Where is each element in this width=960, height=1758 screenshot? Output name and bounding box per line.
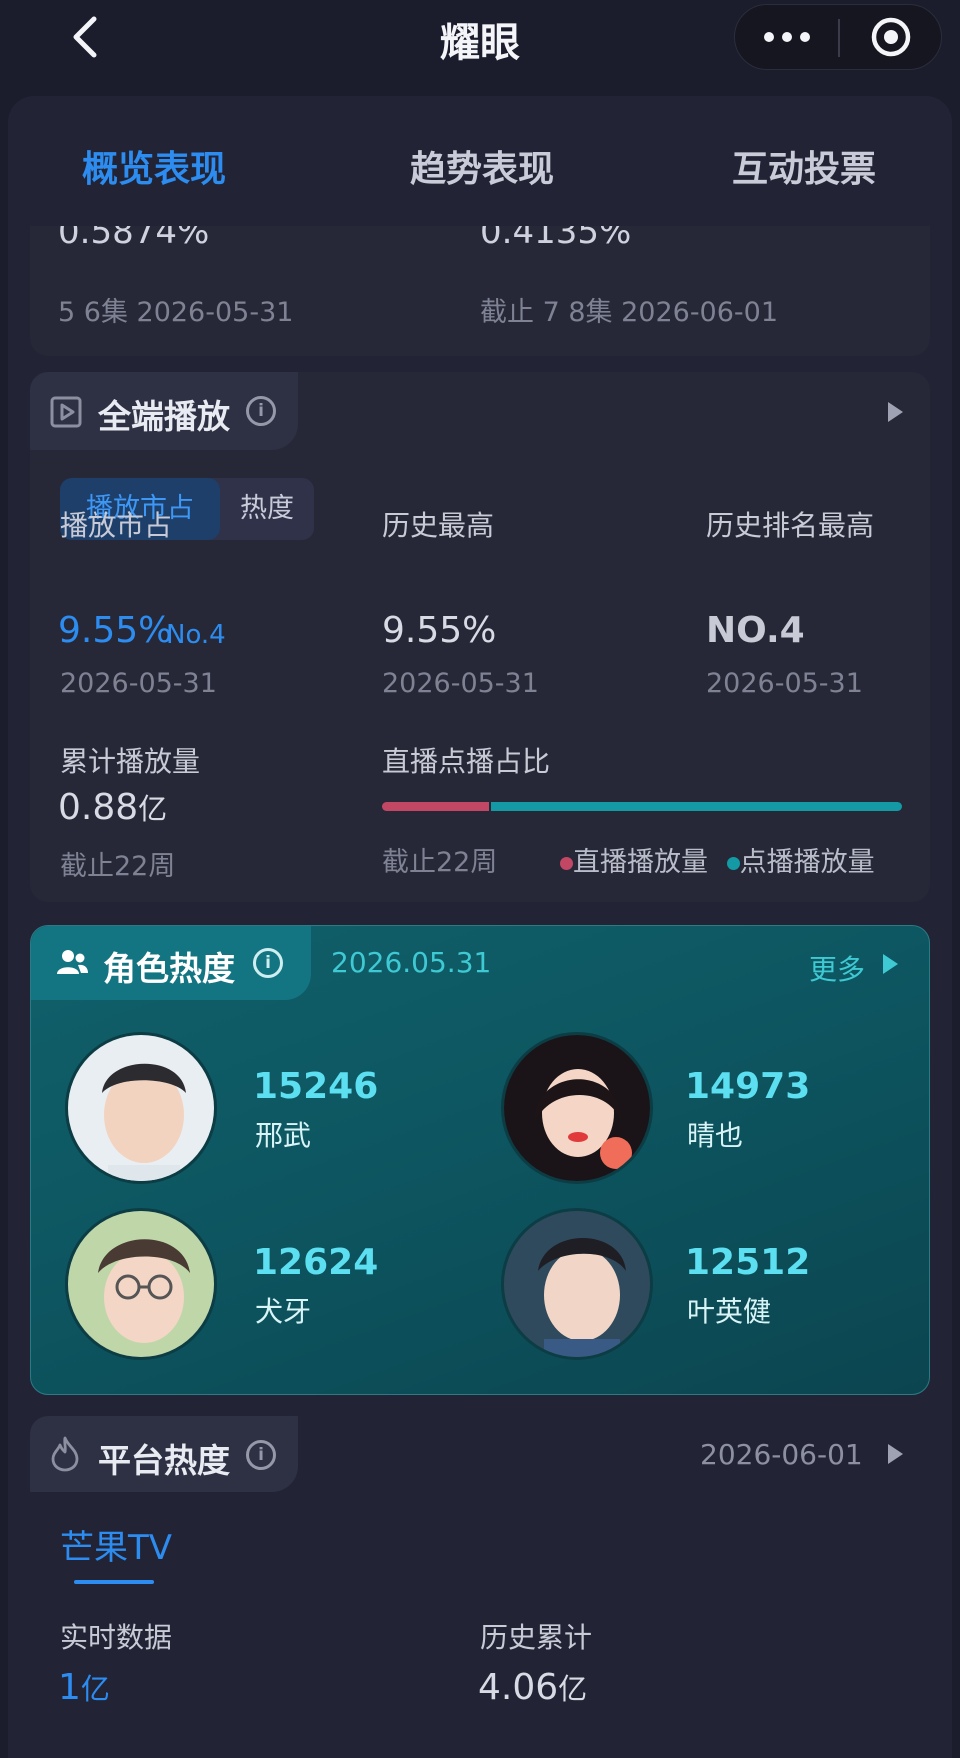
character-heat-value: 15246 — [253, 1066, 379, 1107]
market-share-rank: No.4 — [166, 620, 226, 650]
rating-left-value: 0.5874% — [58, 226, 210, 252]
play-section-title: 全端播放 — [98, 397, 230, 436]
market-share-date: 2026-05-31 — [60, 668, 217, 699]
character-heat-value: 12512 — [685, 1242, 811, 1283]
more-button[interactable] — [735, 5, 839, 69]
more-arrow-icon[interactable] — [883, 954, 898, 974]
market-share-value: 9.55% — [58, 610, 173, 651]
mini-program-capsule — [734, 4, 942, 70]
more-dots-icon — [764, 32, 774, 42]
info-icon[interactable]: i — [246, 1440, 276, 1470]
play-box-icon — [50, 396, 82, 428]
total-play-figure: 0.88亿 — [58, 786, 167, 828]
rating-left-sub: 5 6集 2026-05-31 — [58, 297, 294, 328]
tab-vote[interactable]: 互动投票 — [732, 140, 876, 192]
history-total-value: 4.06 — [478, 1667, 559, 1708]
close-mini-program-button[interactable] — [839, 5, 943, 69]
tab-trend[interactable]: 趋势表现 — [410, 140, 554, 192]
users-icon — [57, 950, 88, 974]
more-button[interactable]: 更多 — [809, 948, 865, 988]
realtime-label: 实时数据 — [60, 1621, 173, 1654]
history-rank-label: 历史排名最高 — [706, 509, 875, 542]
info-icon[interactable]: i — [246, 396, 276, 426]
platform-section-header: 平台热度 i — [30, 1416, 298, 1492]
realtime-figure: 1亿 — [58, 1666, 110, 1708]
live-legend-dot — [560, 857, 573, 870]
platform-tab-indicator — [74, 1580, 154, 1584]
avatar[interactable] — [501, 1208, 653, 1360]
realtime-unit: 亿 — [80, 1672, 110, 1706]
character-heat-value: 14973 — [685, 1066, 811, 1107]
platform-date: 2026-06-01 — [700, 1438, 863, 1471]
avatar[interactable] — [65, 1208, 217, 1360]
total-play-value: 0.88 — [58, 787, 139, 828]
play-arrow-icon[interactable] — [888, 1444, 903, 1464]
tab-overview[interactable]: 概览表现 — [82, 140, 226, 192]
history-high-label: 历史最高 — [382, 509, 495, 542]
vod-share-segment — [491, 802, 902, 811]
character-date: 2026.05.31 — [331, 946, 492, 979]
character-name[interactable]: 犬牙 — [255, 1290, 311, 1330]
character-name[interactable]: 叶英健 — [687, 1290, 771, 1330]
play-arrow-icon[interactable] — [888, 402, 903, 422]
rating-card: 0.5874% 5 6集 2026-05-31 0.4135% 截止 7 8集 … — [30, 226, 930, 356]
ratio-sub: 截止22周 — [382, 847, 498, 878]
vod-legend-dot — [726, 857, 740, 870]
ratio-legend: 直播播放量 点播播放量 — [560, 840, 875, 879]
realtime-value: 1 — [58, 1667, 81, 1708]
play-section-header: 全端播放 i — [30, 372, 298, 450]
history-rank-value: NO.4 — [706, 610, 805, 651]
top-bar: 耀眼 — [0, 0, 960, 88]
character-section-header: 角色热度 i — [31, 926, 311, 1000]
flame-icon — [51, 1436, 79, 1472]
live-share-segment — [382, 802, 489, 811]
history-total-figure: 4.06亿 — [478, 1666, 587, 1708]
avatar[interactable] — [501, 1032, 653, 1184]
history-high-value: 9.55% — [382, 610, 497, 651]
character-info-icon[interactable]: i — [253, 948, 283, 978]
live-legend-label: 直播播放量 — [573, 847, 708, 878]
total-play-sub: 截止22周 — [60, 851, 176, 882]
back-chevron-icon — [73, 16, 97, 58]
history-total-label: 历史累计 — [480, 1621, 593, 1654]
character-name[interactable]: 晴也 — [687, 1114, 743, 1154]
ratio-label: 直播点播占比 — [382, 745, 551, 778]
platform-section-title: 平台热度 — [98, 1441, 230, 1480]
character-heat-value: 12624 — [253, 1242, 379, 1283]
rating-right-sub: 截止 7 8集 2026-06-01 — [480, 297, 779, 328]
character-portrait-icon — [504, 1035, 650, 1181]
character-name[interactable]: 邢武 — [255, 1114, 311, 1154]
history-rank-date: 2026-05-31 — [706, 668, 863, 699]
character-portrait-icon — [68, 1211, 214, 1357]
segment-heat[interactable]: 热度 — [220, 478, 314, 540]
mini-program-close-icon — [871, 17, 911, 57]
market-share-label-main: 播放市占 — [60, 509, 173, 542]
avatar[interactable] — [65, 1032, 217, 1184]
total-play-unit: 亿 — [138, 792, 168, 826]
total-play-label: 累计播放量 — [60, 745, 201, 778]
platform-tab-mango[interactable]: 芒果TV — [60, 1520, 172, 1569]
live-vod-ratio-bar — [382, 802, 902, 811]
history-high-date: 2026-05-31 — [382, 668, 539, 699]
character-portrait-icon — [504, 1211, 650, 1357]
back-button[interactable] — [60, 12, 110, 62]
character-portrait-icon — [68, 1035, 214, 1181]
character-section-title: 角色热度 — [103, 949, 235, 988]
history-total-unit: 亿 — [558, 1672, 588, 1706]
app-title: 耀眼 — [440, 20, 520, 66]
character-heat-card: 角色热度 i 2026.05.31 更多 15246 邢武 14973 晴也 1… — [30, 925, 930, 1395]
rating-right-value: 0.4135% — [480, 226, 632, 252]
vod-legend-label: 点播播放量 — [739, 847, 875, 878]
platform-heat-card: 平台热度 i 2026-06-01 芒果TV 实时数据 1亿 历史累计 4.06… — [30, 1416, 930, 1758]
